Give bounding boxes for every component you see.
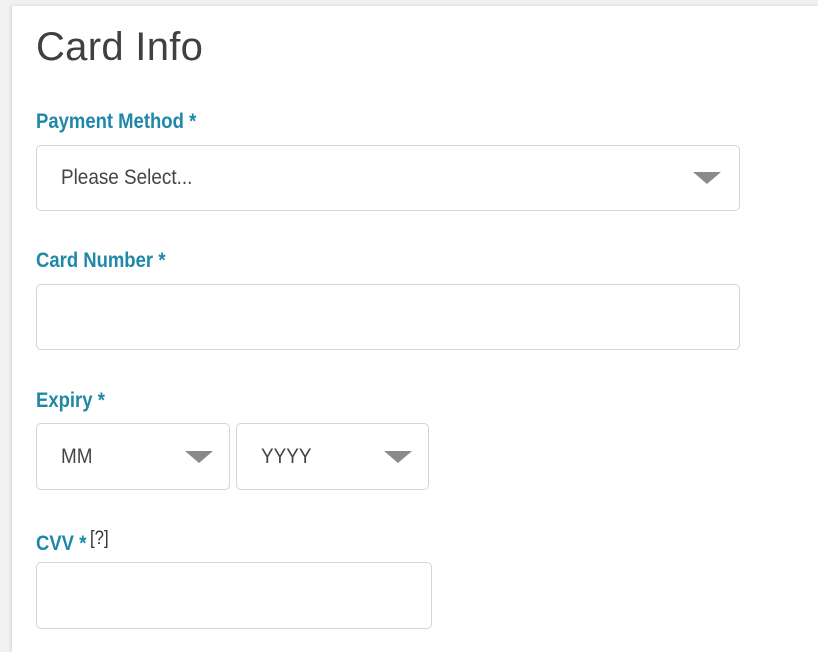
expiry-year-select[interactable]: YYYY — [236, 423, 429, 490]
expiry-label: Expiry * — [36, 388, 105, 414]
cvv-label: CVV * [?] — [36, 526, 109, 557]
payment-method-label-text: Payment Method — [36, 110, 184, 133]
payment-method-select[interactable]: Please Select... — [36, 145, 740, 211]
required-marker: * — [79, 532, 87, 555]
cvv-label-text: CVV — [36, 532, 75, 555]
required-marker: * — [97, 389, 105, 412]
card-number-label-text: Card Number — [36, 249, 154, 272]
page-title: Card Info — [36, 25, 204, 69]
required-marker: * — [189, 110, 197, 133]
cvv-input[interactable] — [36, 562, 432, 629]
payment-method-selected-value: Please Select... — [61, 166, 193, 189]
chevron-down-icon — [384, 450, 412, 463]
required-marker: * — [158, 249, 166, 272]
expiry-month-selected-value: MM — [61, 444, 93, 468]
cvv-help-link[interactable]: [?] — [90, 528, 109, 549]
expiry-year-selected-value: YYYY — [261, 444, 312, 468]
card-number-label: Card Number * — [36, 248, 166, 274]
chevron-down-icon — [185, 450, 213, 463]
card-number-input[interactable] — [36, 284, 740, 350]
expiry-month-select[interactable]: MM — [36, 423, 230, 490]
payment-method-label: Payment Method * — [36, 109, 196, 135]
chevron-down-icon — [693, 172, 721, 184]
card-info-panel: Card Info Payment Method * Please Select.… — [12, 6, 818, 652]
expiry-label-text: Expiry — [36, 389, 93, 412]
